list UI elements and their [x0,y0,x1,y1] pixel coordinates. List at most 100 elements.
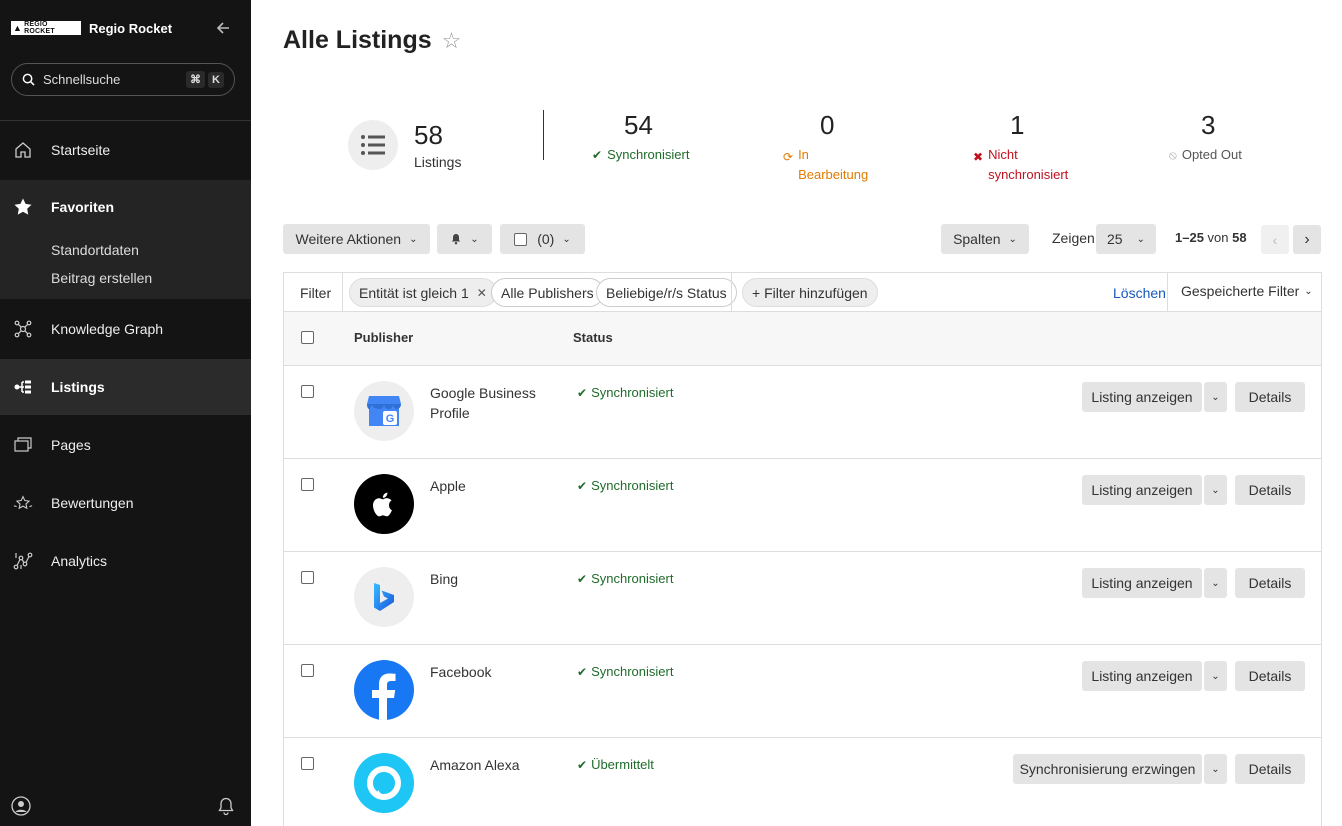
row-checkbox[interactable] [301,757,314,770]
filter-chip-publishers[interactable]: Alle Publishers [491,278,604,307]
page-size-select[interactable]: 25 ⌄ [1096,224,1156,254]
status-text: Synchronisiert [591,664,674,679]
stat-processing-label-2: Bearbeitung [798,167,869,182]
stat-processing-label-1: In [798,147,809,162]
stat-processing-value: 0 [820,110,835,140]
details-button[interactable]: Details [1235,754,1305,784]
view-listing-button[interactable]: Listing anzeigen [1082,568,1202,598]
stats-divider [543,110,544,160]
publisher-name: Bing [430,571,459,587]
stat-not-synced[interactable]: 1 ✖ Nicht synchronisiert [973,110,1068,185]
sidebar-item-label: Bewertungen [51,495,134,511]
clear-filters-link[interactable]: Löschen [1113,285,1166,301]
table-header: Publisher Status [284,312,1321,366]
sidebar-item-label: Listings [51,379,105,395]
select-all-dropdown[interactable]: (0) ⌄ [500,224,585,254]
bing-icon [354,567,414,627]
view-listing-button[interactable]: Listing anzeigen [1082,661,1202,691]
sidebar-item-favoriten[interactable]: Favoriten [0,180,251,234]
chevron-down-icon: ⌄ [1211,391,1220,403]
favorite-standortdaten[interactable]: Standortdaten [51,242,139,258]
check-icon: ✔ [577,385,588,400]
x-icon: ✖ [973,150,984,164]
filter-divider [731,273,732,312]
select-all-rows-checkbox[interactable] [301,331,314,344]
saved-filters-dropdown[interactable]: Gespeicherte Filter ⌄ [1181,283,1313,299]
status-text: Synchronisiert [591,385,674,400]
row-actions-dropdown[interactable]: ⌄ [1204,661,1227,691]
notifications-bell-icon[interactable] [216,796,236,821]
stat-processing[interactable]: 0 ⟳ In Bearbeitung [783,110,868,185]
chevron-down-icon: ⌄ [562,233,571,245]
details-button[interactable]: Details [1235,661,1305,691]
row-actions-dropdown[interactable]: ⌄ [1204,568,1227,598]
brand-logo: ▲ REGIO ROCKET [11,21,81,35]
row-checkbox[interactable] [301,385,314,398]
page-title: Alle Listings ☆ [283,26,461,55]
column-status[interactable]: Status [573,330,613,345]
stat-not-synced-value: 1 [1010,110,1025,140]
filter-chip-entity[interactable]: Entität ist gleich 1 ✕ [349,278,497,307]
table-row: Apple ✔ Synchronisiert Listing anzeigen ⌄… [284,459,1321,552]
search-placeholder: Schnellsuche [43,72,121,87]
stat-opted-out-label: Opted Out [1181,147,1242,162]
alexa-icon [354,753,414,813]
stat-synced[interactable]: 54 ✔ Synchronisiert [592,110,689,165]
prev-page-button[interactable]: ‹ [1261,225,1289,254]
row-actions-dropdown[interactable]: ⌄ [1204,754,1227,784]
details-button[interactable]: Details [1235,382,1305,412]
row-actions-dropdown[interactable]: ⌄ [1204,475,1227,505]
status-text: Synchronisiert [591,478,674,493]
collapse-sidebar-button[interactable] [213,18,233,38]
publisher-name: Google Business Profile [430,385,536,421]
quick-search-input[interactable]: Schnellsuche ⌘ K [11,63,235,96]
show-label: Zeigen [1052,230,1095,246]
stat-not-synced-label-1: Nicht [988,147,1018,162]
sidebar-item-listings[interactable]: Listings [0,359,251,415]
add-filter-label: + Filter hinzufügen [752,284,868,301]
columns-dropdown[interactable]: Spalten ⌄ [941,224,1029,254]
publisher-name: Facebook [430,664,492,680]
view-listing-button[interactable]: Listing anzeigen [1082,475,1202,505]
status-badge: ✔ Synchronisiert [577,385,673,400]
details-button[interactable]: Details [1235,568,1305,598]
filter-divider [1167,273,1168,312]
chevron-down-icon: ⌄ [1136,233,1145,245]
add-filter-button[interactable]: + Filter hinzufügen [742,278,878,307]
chevron-down-icon: ⌄ [1211,484,1220,496]
next-page-button[interactable]: › [1293,225,1321,254]
row-checkbox[interactable] [301,571,314,584]
more-actions-dropdown[interactable]: Weitere Aktionen ⌄ [283,224,430,254]
shortcut-key-cmd: ⌘ [186,71,206,88]
stat-opted-out[interactable]: 3 ⦸ Opted Out [1169,110,1242,165]
sidebar-item-startseite[interactable]: Startseite [0,132,251,168]
sidebar-item-bewertungen[interactable]: Bewertungen [0,485,251,521]
table-row: Bing ✔ Synchronisiert Listing anzeigen ⌄ … [284,552,1321,645]
listings-icon [13,377,33,397]
table-row: Facebook ✔ Synchronisiert Listing anzeige… [284,645,1321,738]
row-checkbox[interactable] [301,664,314,677]
view-listing-button[interactable]: Listing anzeigen [1082,382,1202,412]
chevron-down-icon: ⌄ [1211,763,1220,775]
column-publisher[interactable]: Publisher [354,330,413,345]
row-actions-dropdown[interactable]: ⌄ [1204,382,1227,412]
sidebar-item-knowledge-graph[interactable]: Knowledge Graph [0,311,251,347]
stat-opted-out-value: 3 [1201,110,1216,140]
row-checkbox[interactable] [301,478,314,491]
table-row: Amazon Alexa ✔ Übermittelt Synchronisieru… [284,738,1321,826]
check-icon: ✔ [577,571,588,586]
favorite-beitrag-erstellen[interactable]: Beitrag erstellen [51,270,152,286]
sidebar-item-analytics[interactable]: Analytics [0,543,251,579]
filter-chip-label: Alle Publishers [501,284,594,301]
total-listings-label: Listings [414,154,462,170]
user-avatar-icon[interactable] [11,795,31,821]
sidebar-item-label: Analytics [51,553,108,569]
sidebar-item-pages[interactable]: Pages [0,427,251,463]
filter-chip-status[interactable]: Beliebige/r/s Status [596,278,737,307]
notification-dropdown[interactable]: ⌄ [437,224,492,254]
details-button[interactable]: Details [1235,475,1305,505]
favorite-star-icon[interactable]: ☆ [442,28,462,54]
close-icon[interactable]: ✕ [477,286,487,300]
select-all-checkbox[interactable] [514,232,528,246]
force-sync-button[interactable]: Synchronisierung erzwingen [1013,754,1202,784]
